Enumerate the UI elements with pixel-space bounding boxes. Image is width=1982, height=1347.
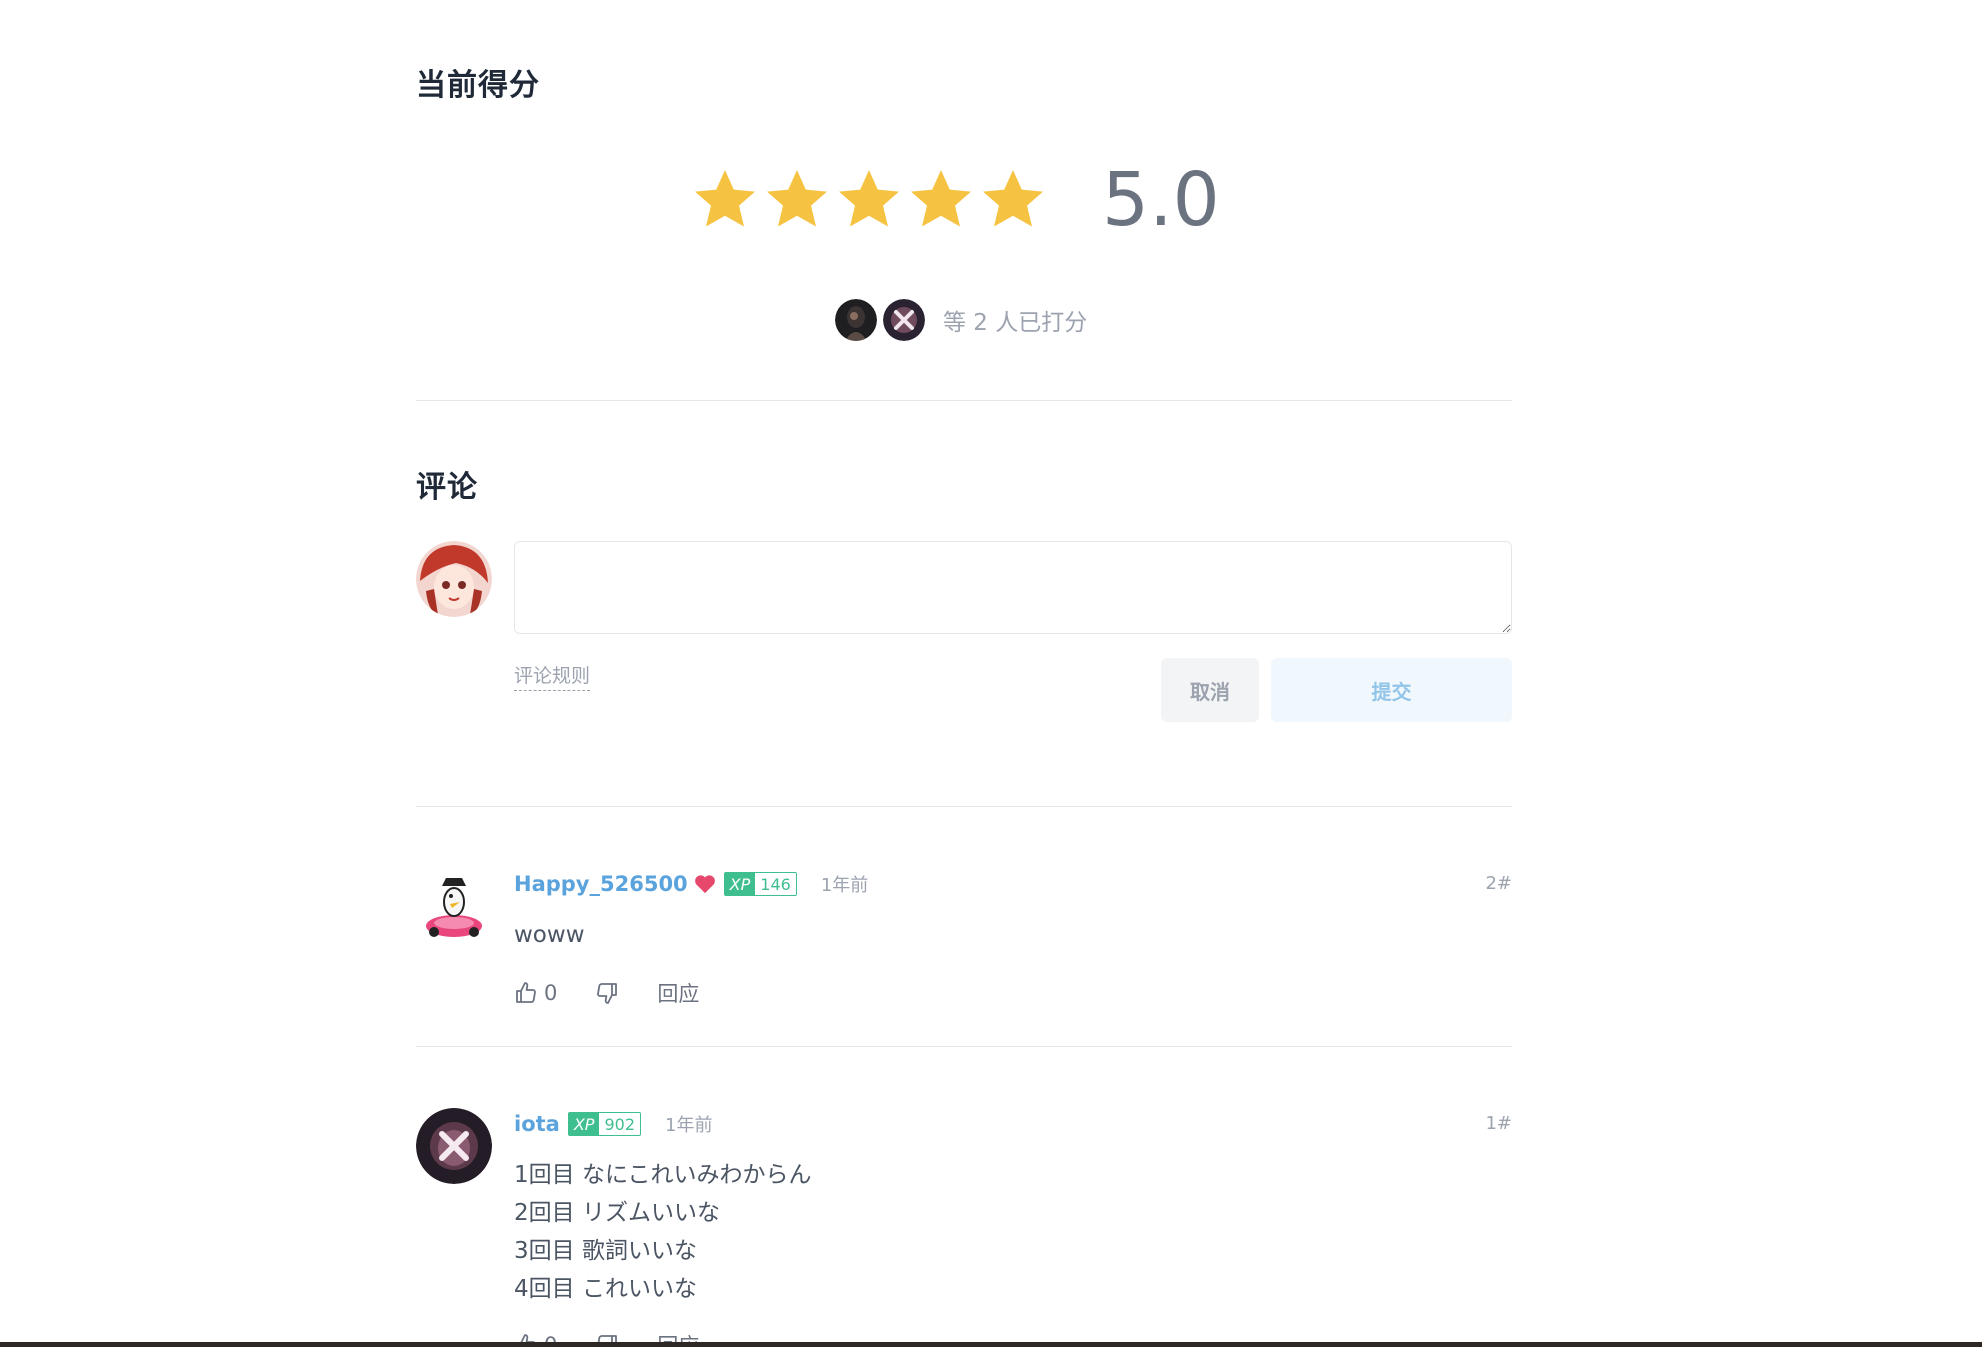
section-divider xyxy=(416,806,1512,807)
comment-rules-link[interactable]: 评论规则 xyxy=(514,661,591,691)
like-button[interactable]: 0 xyxy=(514,981,557,1005)
star-icon xyxy=(839,170,899,227)
comment-line: 4回目 これいいな xyxy=(514,1276,697,1302)
raters-summary: 等 2 人已打分 xyxy=(835,298,1087,342)
comment-divider xyxy=(416,1046,1512,1047)
comment-time: 1年前 xyxy=(665,1115,713,1136)
comment-floor: 1# xyxy=(1485,1113,1512,1134)
star-rating xyxy=(692,166,1046,232)
submit-button[interactable]: 提交 xyxy=(1271,658,1512,722)
thumbs-down-icon xyxy=(597,983,618,1004)
comment-line: 1回目 なにこれいみわからん xyxy=(514,1162,812,1188)
star-icon xyxy=(911,170,971,227)
cancel-button[interactable]: 取消 xyxy=(1161,658,1259,722)
comment-actions: 0 回应 xyxy=(514,978,699,1008)
comment-username[interactable]: iota xyxy=(514,1112,560,1136)
star-icon xyxy=(767,170,827,227)
xp-value: 146 xyxy=(760,874,791,894)
rating-display: 5.0 xyxy=(416,160,1512,240)
comment-item: iota XP 902 1年前 1# 1回目 なにこれいみわからん 2回目 リズ… xyxy=(416,1108,1512,1347)
thumbs-up-icon xyxy=(516,982,536,1003)
xp-badge: XP 146 xyxy=(723,872,797,896)
comment-avatar[interactable] xyxy=(416,1108,492,1184)
comment-item: Happy_526500 XP 146 1年前 2# woww 0 回应 xyxy=(416,868,1512,1018)
reply-button[interactable]: 回应 xyxy=(657,978,699,1008)
comment-header: iota XP 902 1年前 xyxy=(514,1108,712,1140)
star-icon xyxy=(983,170,1043,227)
comment-body: 1回目 なにこれいみわからん 2回目 リズムいいな 3回目 歌詞いいな 4回目 … xyxy=(514,1156,811,1308)
comment-time: 1年前 xyxy=(820,875,869,896)
xp-label: XP xyxy=(568,1113,600,1135)
heart-icon xyxy=(694,875,715,894)
dislike-button[interactable] xyxy=(595,981,619,1005)
bottom-edge-bar xyxy=(0,1342,1982,1347)
comment-body: woww xyxy=(514,916,585,954)
rater-avatar[interactable] xyxy=(883,299,925,341)
score-value: 5.0 xyxy=(1102,157,1220,243)
score-section-title: 当前得分 xyxy=(416,68,540,103)
like-count: 0 xyxy=(544,981,558,1005)
comment-avatar[interactable] xyxy=(416,868,492,944)
raters-count-text: 等 2 人已打分 xyxy=(943,310,1088,336)
comment-line: 2回目 リズムいいな xyxy=(514,1200,720,1226)
xp-value: 902 xyxy=(604,1114,635,1134)
comment-line: 3回目 歌詞いいな xyxy=(514,1238,697,1264)
xp-label: XP xyxy=(724,873,756,895)
comment-floor: 2# xyxy=(1485,873,1512,894)
section-divider xyxy=(416,400,1512,401)
xp-badge: XP 902 xyxy=(567,1112,641,1136)
star-icon xyxy=(695,170,755,227)
comment-username[interactable]: Happy_526500 xyxy=(514,872,688,896)
comment-line: woww xyxy=(514,922,585,948)
current-user-avatar[interactable] xyxy=(416,541,492,617)
comment-header: Happy_526500 XP 146 1年前 xyxy=(514,868,868,900)
comment-input[interactable] xyxy=(514,541,1512,634)
comment-section-title: 评论 xyxy=(416,470,478,505)
rater-avatar[interactable] xyxy=(835,299,877,341)
